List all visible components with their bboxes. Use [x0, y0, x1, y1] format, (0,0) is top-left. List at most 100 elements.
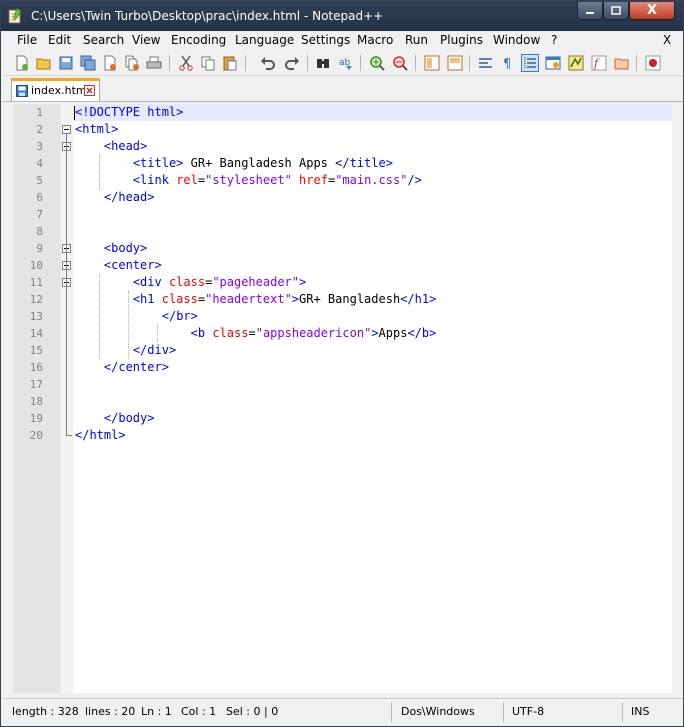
toolbar-separator — [415, 55, 416, 71]
pilcrow-icon: ¶ — [503, 57, 511, 71]
scissors-icon — [179, 55, 193, 71]
undo-button[interactable] — [259, 54, 277, 72]
code-token: href — [299, 173, 328, 187]
status-lines: lines : 20 — [85, 705, 136, 718]
menu-search[interactable]: Search — [83, 33, 124, 47]
indent-guide-button[interactable] — [521, 54, 539, 72]
word-wrap-button[interactable] — [477, 54, 495, 72]
line-number: 3 — [36, 140, 43, 153]
maximize-button[interactable] — [603, 2, 629, 20]
open-file-button[interactable] — [35, 54, 53, 72]
copy-button[interactable] — [199, 54, 217, 72]
menu-run[interactable]: Run — [405, 33, 428, 47]
status-selection: Sel : 0 | 0 — [226, 705, 279, 718]
tab-close-icon[interactable] — [84, 85, 95, 96]
close-button[interactable] — [101, 54, 119, 72]
code-token: "appsheadericon" — [255, 326, 372, 340]
code-line: </html> — [75, 427, 126, 444]
menu-macro[interactable]: Macro — [357, 33, 393, 47]
minimize-icon — [586, 11, 594, 14]
save-button[interactable] — [57, 54, 75, 72]
tab-bar: index.html — [2, 77, 682, 102]
line-number: 20 — [29, 429, 43, 442]
fold-line — [66, 134, 67, 435]
save-icon — [59, 56, 73, 70]
line-number: 11 — [29, 276, 43, 289]
zoom-in-button[interactable] — [368, 54, 386, 72]
menu-file[interactable]: File — [17, 33, 37, 47]
menu-language[interactable]: Language — [235, 33, 294, 47]
code-token: <body> — [103, 241, 148, 255]
code-token: </center> — [103, 360, 169, 374]
function-list-button[interactable]: f — [590, 54, 608, 72]
line-number: 13 — [29, 310, 43, 323]
code-line: <center> — [104, 257, 162, 274]
cut-button[interactable] — [177, 54, 195, 72]
code-line: <h1 class="headertext">GR+ Bangladesh</h… — [133, 291, 436, 308]
code-editor[interactable]: 1 2 3 4 5 6 7 8 9 10 11 12 13 14 15 16 17 18 19 20 <!DOCTYP… — [13, 104, 672, 693]
minimize-button[interactable] — [577, 2, 603, 20]
close-icon: X — [646, 3, 658, 18]
find-button[interactable] — [314, 54, 332, 72]
tab-index-html[interactable]: index.html — [11, 78, 100, 101]
line-number: 14 — [29, 327, 43, 340]
new-file-button[interactable] — [13, 54, 31, 72]
menu-window[interactable]: Window — [493, 33, 540, 47]
close-all-icon — [125, 55, 139, 71]
menu-encoding[interactable]: Encoding — [171, 33, 226, 47]
replace-icon: ab — [339, 58, 352, 70]
close-window-button[interactable]: X — [629, 2, 675, 20]
redo-button[interactable] — [283, 54, 301, 72]
code-token: </br> — [161, 309, 198, 323]
indent-guide-icon — [524, 57, 536, 69]
fold-margin[interactable] — [61, 104, 73, 693]
menu-view[interactable]: View — [132, 33, 160, 47]
status-length: length : 328 — [12, 705, 79, 718]
saved-file-icon — [16, 85, 28, 97]
folder-as-workspace-button[interactable] — [613, 54, 631, 72]
paste-icon — [223, 56, 237, 71]
save-all-button[interactable] — [79, 54, 97, 72]
code-token: <!DOCTYPE html> — [75, 105, 184, 119]
function-list-icon: f — [591, 55, 607, 71]
menu-bar: File Edit Search View Encoding Language … — [2, 31, 682, 51]
fold-toggle-icon[interactable] — [62, 125, 71, 134]
udl-icon — [545, 56, 561, 70]
menu-plugins[interactable]: Plugins — [440, 33, 483, 47]
code-token: "main.css" — [335, 173, 408, 187]
title-bar[interactable]: C:\Users\Twin Turbo\Desktop\prac\index.h… — [1, 1, 683, 31]
code-token: /> — [407, 173, 422, 187]
notepad-app-icon — [8, 8, 22, 24]
record-macro-button[interactable] — [644, 54, 662, 72]
line-number: 1 — [36, 106, 43, 119]
show-all-characters-button[interactable]: ¶ — [499, 54, 517, 72]
sync-vertical-button[interactable] — [423, 54, 441, 72]
sync-horizontal-button[interactable] — [446, 54, 464, 72]
close-document-button[interactable]: X — [663, 33, 671, 47]
document-map-button[interactable] — [567, 54, 585, 72]
binoculars-icon — [317, 59, 329, 68]
code-token: <b — [190, 326, 213, 340]
paste-button[interactable] — [221, 54, 239, 72]
toolbar-separator — [169, 55, 170, 71]
code-line: <html> — [75, 121, 118, 138]
menu-edit[interactable]: Edit — [48, 33, 71, 47]
indent-guide-line — [98, 274, 100, 359]
user-defined-language-button[interactable] — [544, 54, 562, 72]
toolbar: ab ¶ f — [2, 51, 682, 76]
code-token: Apps — [378, 326, 408, 340]
close-all-button[interactable] — [123, 54, 141, 72]
menu-settings[interactable]: Settings — [301, 33, 350, 47]
code-token: GR+ Bangladesh Apps — [183, 156, 336, 170]
replace-button[interactable]: ab — [337, 54, 355, 72]
print-button[interactable] — [145, 54, 163, 72]
code-token: "headertext" — [205, 292, 292, 306]
code-token: class — [168, 275, 206, 289]
zoom-out-button[interactable] — [391, 54, 409, 72]
menu-help[interactable]: ? — [551, 33, 557, 47]
open-folder-icon — [36, 58, 51, 70]
code-token: </body> — [103, 411, 155, 425]
code-line: <body> — [104, 240, 147, 257]
new-file-icon — [16, 55, 28, 71]
